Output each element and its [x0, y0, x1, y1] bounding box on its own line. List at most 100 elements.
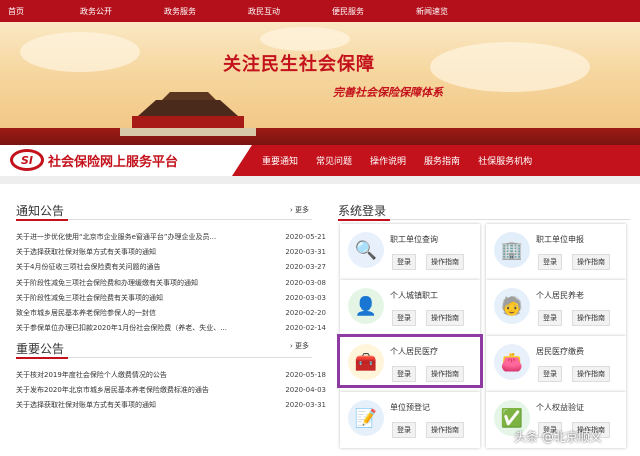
wallet-icon: 👛 — [494, 344, 530, 380]
top-nav: 首页 政务公开 政务服务 政民互动 便民服务 新闻速览 — [0, 0, 640, 22]
notice-item-date: 2020-02-20 — [285, 309, 326, 318]
banner-subtitle: 完善社会保险保障体系 — [333, 86, 443, 99]
login-title: 系统登录 — [338, 204, 387, 218]
top-nav-gov-affairs[interactable]: 政务公开 — [80, 6, 112, 17]
guide-button[interactable]: 操作指南 — [426, 422, 464, 438]
top-nav-home[interactable]: 首页 — [8, 6, 24, 17]
si-logo-icon[interactable]: SI — [10, 149, 44, 171]
login-button[interactable]: 登录 — [392, 310, 416, 326]
notice-item-title[interactable]: 关于进一步优化使用“北京市企业服务e窗通平台”办理企业及员... — [16, 232, 216, 242]
card-name: 个人权益验证 — [536, 403, 584, 412]
elderly-icon: 🧓 — [494, 288, 530, 324]
palace-base — [120, 128, 256, 136]
notice-item-date: 2020-05-21 — [285, 232, 326, 241]
subnav-instructions[interactable]: 操作说明 — [370, 154, 406, 167]
building-icon: 🏢 — [494, 232, 530, 268]
subnav-service-agencies[interactable]: 社保服务机构 — [478, 154, 532, 167]
subnav-important-notice[interactable]: 重要通知 — [262, 154, 298, 167]
important-item-date: 2020-04-03 — [285, 385, 326, 394]
notice-item-title[interactable]: 关于阶段性减免三项社会保险费有关事项的通知 — [16, 293, 163, 303]
cloud-decoration — [260, 27, 350, 51]
subnav-faq[interactable]: 常见问题 — [316, 154, 352, 167]
person-icon: 👤 — [348, 288, 384, 324]
list-item[interactable]: 关于选择获取社保对账单方式有关事项的通知 2020-03-31 — [16, 398, 326, 413]
card-urban-employee[interactable]: 👤 个人城镇职工 登录 操作指南 — [340, 280, 480, 336]
login-button[interactable]: 登录 — [538, 254, 562, 270]
divider-strip — [0, 176, 640, 184]
card-employer-declare[interactable]: 🏢 职工单位申报 登录 操作指南 — [486, 224, 626, 280]
watermark: 头条 @北京顺义 — [514, 430, 602, 444]
site-title[interactable]: 社会保险网上服务平台 — [48, 151, 178, 170]
register-icon: 📝 — [348, 400, 384, 436]
guide-button[interactable]: 操作指南 — [426, 254, 464, 270]
top-nav-gov-services[interactable]: 政务服务 — [164, 6, 196, 17]
card-name: 职工单位查询 — [390, 235, 438, 244]
list-item[interactable]: 关于参保单位办理已扣款2020年1月份社会保险费（养老、失业、... 2020-0… — [16, 321, 326, 336]
palace-roof — [138, 100, 238, 116]
login-divider — [390, 219, 630, 220]
login-button[interactable]: 登录 — [538, 310, 562, 326]
cloud-decoration — [20, 32, 140, 72]
important-item-title[interactable]: 关于核对2019年度社会保险个人缴费情况的公告 — [16, 370, 167, 380]
sub-nav: 重要通知 常见问题 操作说明 服务指南 社保服务机构 — [262, 145, 550, 176]
notice-item-date: 2020-03-08 — [285, 278, 326, 287]
notice-item-title[interactable]: 关于4月份征收三项社会保险费有关问题的通告 — [16, 262, 160, 272]
notice-list: 关于进一步优化使用“北京市企业服务e窗通平台”办理企业及员... 2020-05-… — [16, 229, 326, 336]
card-name: 个人居民养老 — [536, 291, 584, 300]
list-item[interactable]: 关于核对2019年度社会保险个人缴费情况的公告 2020-05-18 — [16, 367, 326, 382]
important-list: 关于核对2019年度社会保险个人缴费情况的公告 2020-05-18 关于发布20… — [16, 367, 326, 413]
guide-button[interactable]: 操作指南 — [426, 310, 464, 326]
notice-title-underline — [16, 219, 68, 221]
subnav-service-guide[interactable]: 服务指南 — [424, 154, 460, 167]
important-item-title[interactable]: 关于选择获取社保对账单方式有关事项的通知 — [16, 400, 156, 410]
card-medical-payment[interactable]: 👛 居民医疗缴费 登录 操作指南 — [486, 336, 626, 392]
top-nav-news[interactable]: 新闻速览 — [416, 6, 448, 17]
notice-more-link[interactable]: › 更多 — [290, 205, 309, 215]
important-item-title[interactable]: 关于发布2020年北京市城乡居民基本养老保险缴费标准的通告 — [16, 385, 209, 395]
login-button[interactable]: 登录 — [538, 366, 562, 382]
highlight-box — [337, 334, 483, 388]
card-employer-query[interactable]: 🔍 职工单位查询 登录 操作指南 — [340, 224, 480, 280]
banner: 关注民生社会保障 完善社会保险保障体系 — [0, 22, 640, 145]
notice-item-title[interactable]: 关于选择获取社保对账单方式有关事项的通知 — [16, 247, 156, 257]
guide-button[interactable]: 操作指南 — [572, 366, 610, 382]
important-item-date: 2020-05-18 — [285, 370, 326, 379]
important-divider — [68, 357, 312, 358]
important-more-link[interactable]: › 更多 — [290, 341, 309, 351]
top-nav-interaction[interactable]: 政民互动 — [248, 6, 280, 17]
card-resident-pension[interactable]: 🧓 个人居民养老 登录 操作指南 — [486, 280, 626, 336]
search-person-icon: 🔍 — [348, 232, 384, 268]
login-title-underline — [338, 219, 390, 221]
banner-title: 关注民生社会保障 — [223, 54, 375, 75]
notice-item-title[interactable]: 关于阶段性减免三项社会保险费和办理缓缴有关事项的通知 — [16, 278, 198, 288]
top-nav-public-services[interactable]: 便民服务 — [332, 6, 364, 17]
card-name: 个人城镇职工 — [390, 291, 438, 300]
list-item[interactable]: 关于发布2020年北京市城乡居民基本养老保险缴费标准的通告 2020-04-03 — [16, 382, 326, 397]
important-item-date: 2020-03-31 — [285, 401, 326, 410]
important-title: 重要公告 — [16, 342, 65, 356]
notice-item-title[interactable]: 致全市城乡居民基本养老保险参保人的一封信 — [16, 308, 156, 318]
notice-item-date: 2020-02-14 — [285, 324, 326, 333]
notice-item-date: 2020-03-27 — [285, 263, 326, 272]
notice-item-title[interactable]: 关于参保单位办理已扣款2020年1月份社会保险费（养老、失业、... — [16, 323, 227, 333]
login-button[interactable]: 登录 — [392, 422, 416, 438]
list-item[interactable]: 关于阶段性减免三项社会保险费有关事项的通知 2020-03-03 — [16, 290, 326, 305]
login-button[interactable]: 登录 — [392, 254, 416, 270]
list-item[interactable]: 关于4月份征收三项社会保险费有关问题的通告 2020-03-27 — [16, 260, 326, 275]
important-title-underline — [16, 357, 68, 359]
list-item[interactable]: 关于选择获取社保对账单方式有关事项的通知 2020-03-31 — [16, 244, 326, 259]
guide-button[interactable]: 操作指南 — [572, 254, 610, 270]
card-unit-preregister[interactable]: 📝 单位预登记 登录 操作指南 — [340, 392, 480, 448]
guide-button[interactable]: 操作指南 — [572, 310, 610, 326]
list-item[interactable]: 关于阶段性减免三项社会保险费和办理缓缴有关事项的通知 2020-03-08 — [16, 275, 326, 290]
palace-wall — [0, 128, 640, 145]
list-item[interactable]: 关于进一步优化使用“北京市企业服务e窗通平台”办理企业及员... 2020-05-… — [16, 229, 326, 244]
notice-item-date: 2020-03-03 — [285, 293, 326, 302]
notice-more-label: 更多 — [295, 206, 310, 214]
card-name: 职工单位申报 — [536, 235, 584, 244]
notice-title: 通知公告 — [16, 204, 65, 218]
card-name: 居民医疗缴费 — [536, 347, 584, 356]
important-more-label: 更多 — [295, 342, 310, 350]
list-item[interactable]: 致全市城乡居民基本养老保险参保人的一封信 2020-02-20 — [16, 305, 326, 320]
cloud-decoration — [430, 42, 590, 92]
